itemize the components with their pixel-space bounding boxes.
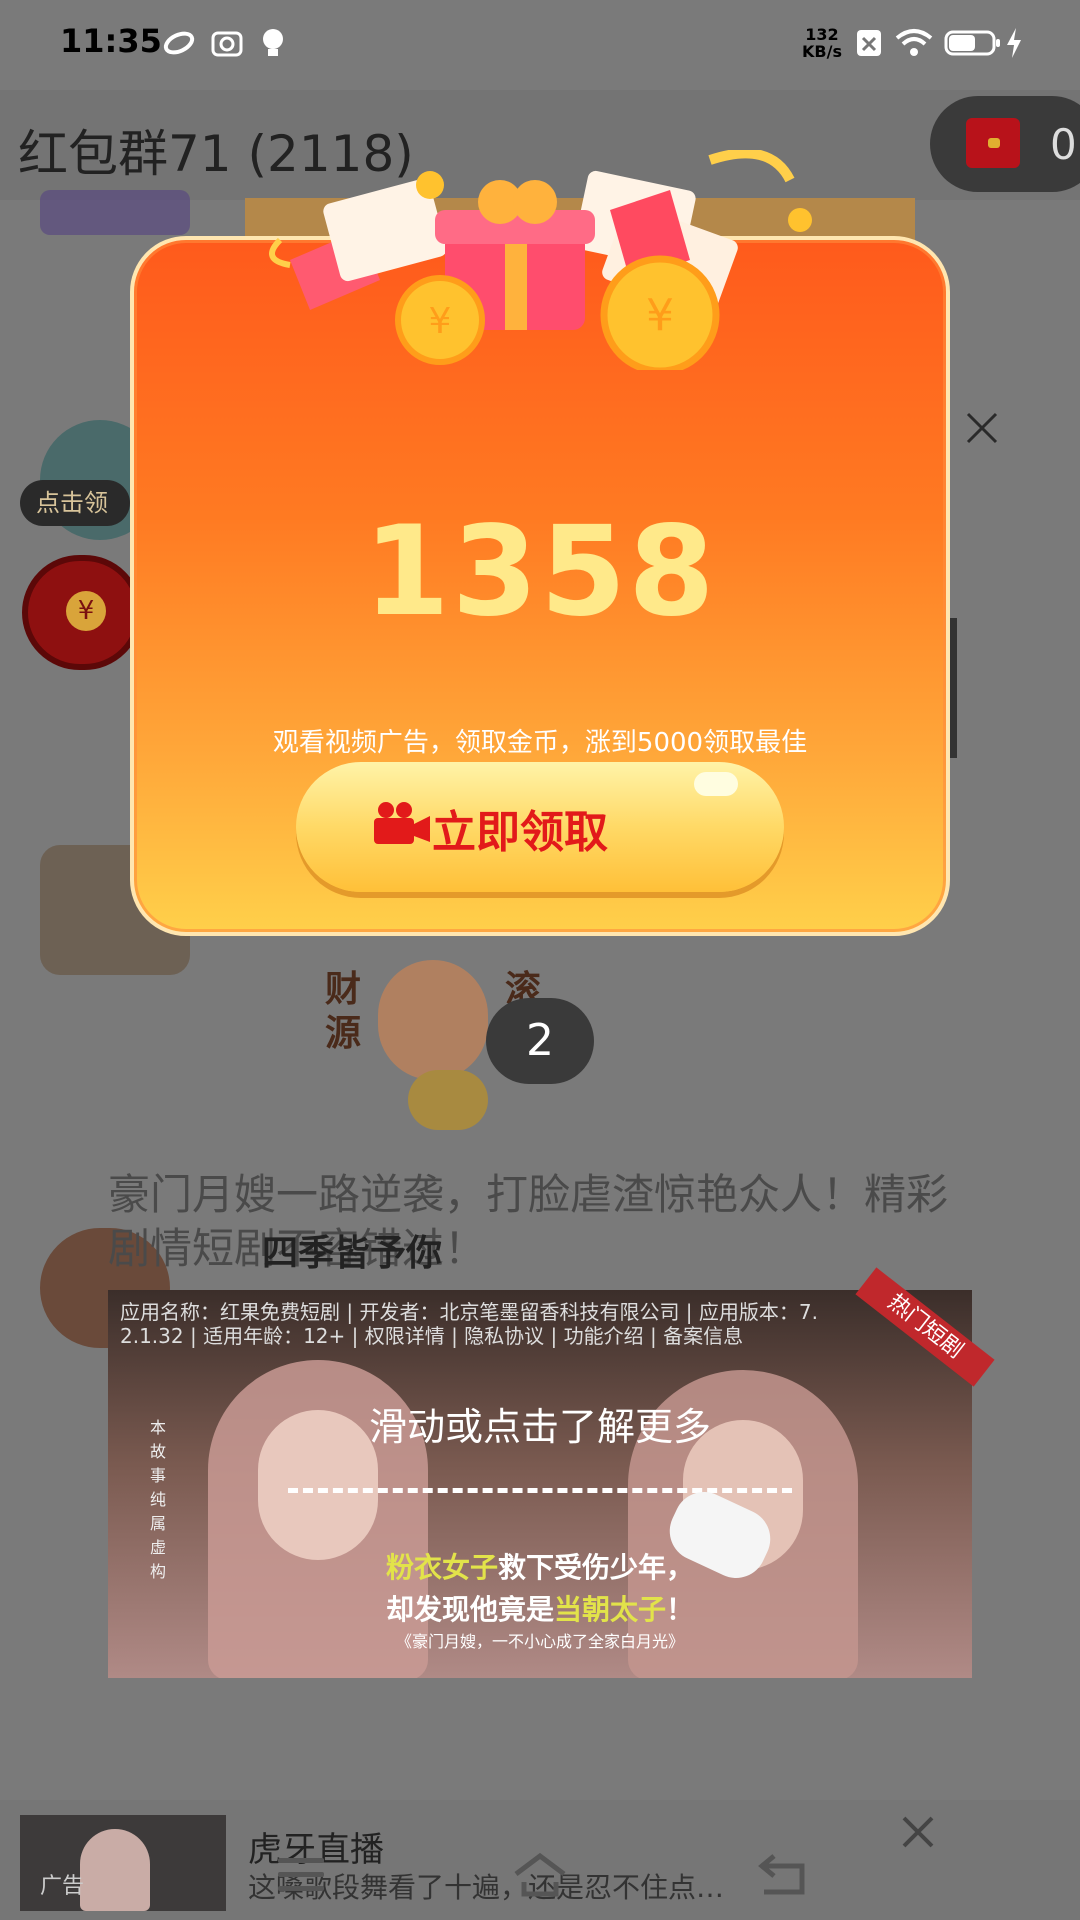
ad-headline: 豪门月嫂一路逆袭，打脸虐渣惊艳众人！精彩剧情短剧不容错过！ (108, 1170, 949, 1273)
message-caption: 四季皆予你 (262, 1233, 443, 1274)
charging-icon (1007, 28, 1021, 58)
swipe-hint: 滑动或点击了解更多 (368, 1405, 711, 1449)
coin-amount: 1358 (363, 500, 717, 644)
camera-icon (211, 31, 243, 57)
battery-icon (944, 30, 1000, 56)
avatar[interactable] (40, 190, 190, 235)
gift-box-illustration: ¥ ¥ (269, 150, 812, 370)
video-subtitle: 粉衣女子救下受伤少年， (385, 1551, 695, 1584)
net-speed: 132 KB/s (802, 25, 842, 61)
claim-now-label[interactable]: 立即领取 (432, 796, 608, 860)
wifi-icon (895, 29, 933, 56)
video-subtitle: 却发现他竟是当朝太子！ (385, 1593, 695, 1626)
link-icon (163, 31, 195, 55)
popup-description: 观看视频广告，领取金币，涨到5000领取最佳 (272, 728, 808, 758)
nav-menu-icon[interactable] (278, 1858, 324, 1900)
redpack-count: 0 (1050, 120, 1077, 169)
svg-text:¥: ¥ (646, 290, 674, 341)
click-claim-badge[interactable]: 点击领 (20, 480, 130, 526)
ad-app-info[interactable]: 应用名称：红果免费短剧 | 开发者：北京笔墨留香科技有限公司 | 应用版本：7.… (120, 1300, 950, 1348)
popup-close-icon[interactable] (960, 406, 1004, 450)
video-title-caption: 《豪门月嫂，一不小心成了全家白月光》 (395, 1632, 684, 1651)
bulb-icon (263, 29, 283, 56)
nav-home-icon[interactable] (512, 1852, 568, 1898)
sticker-text-left: 财 源 (325, 969, 362, 1054)
button-shine (694, 772, 738, 796)
bear-sticker (378, 960, 488, 1080)
nav-back-icon[interactable] (756, 1852, 812, 1898)
svg-text:¥: ¥ (429, 301, 452, 342)
red-envelope-icon (966, 118, 1020, 168)
status-time: 11:35 (60, 22, 162, 60)
red-envelope-coin-icon[interactable] (22, 555, 142, 670)
ad-tag: 广告 (40, 1874, 85, 1899)
message-count-bubble[interactable]: 2 (486, 998, 594, 1084)
video-camera-icon (374, 802, 430, 844)
coin-sticker (408, 1070, 488, 1130)
ad-close-icon[interactable] (898, 1812, 938, 1852)
swipe-dash-line (288, 1488, 792, 1493)
sim-off-icon (857, 30, 881, 56)
